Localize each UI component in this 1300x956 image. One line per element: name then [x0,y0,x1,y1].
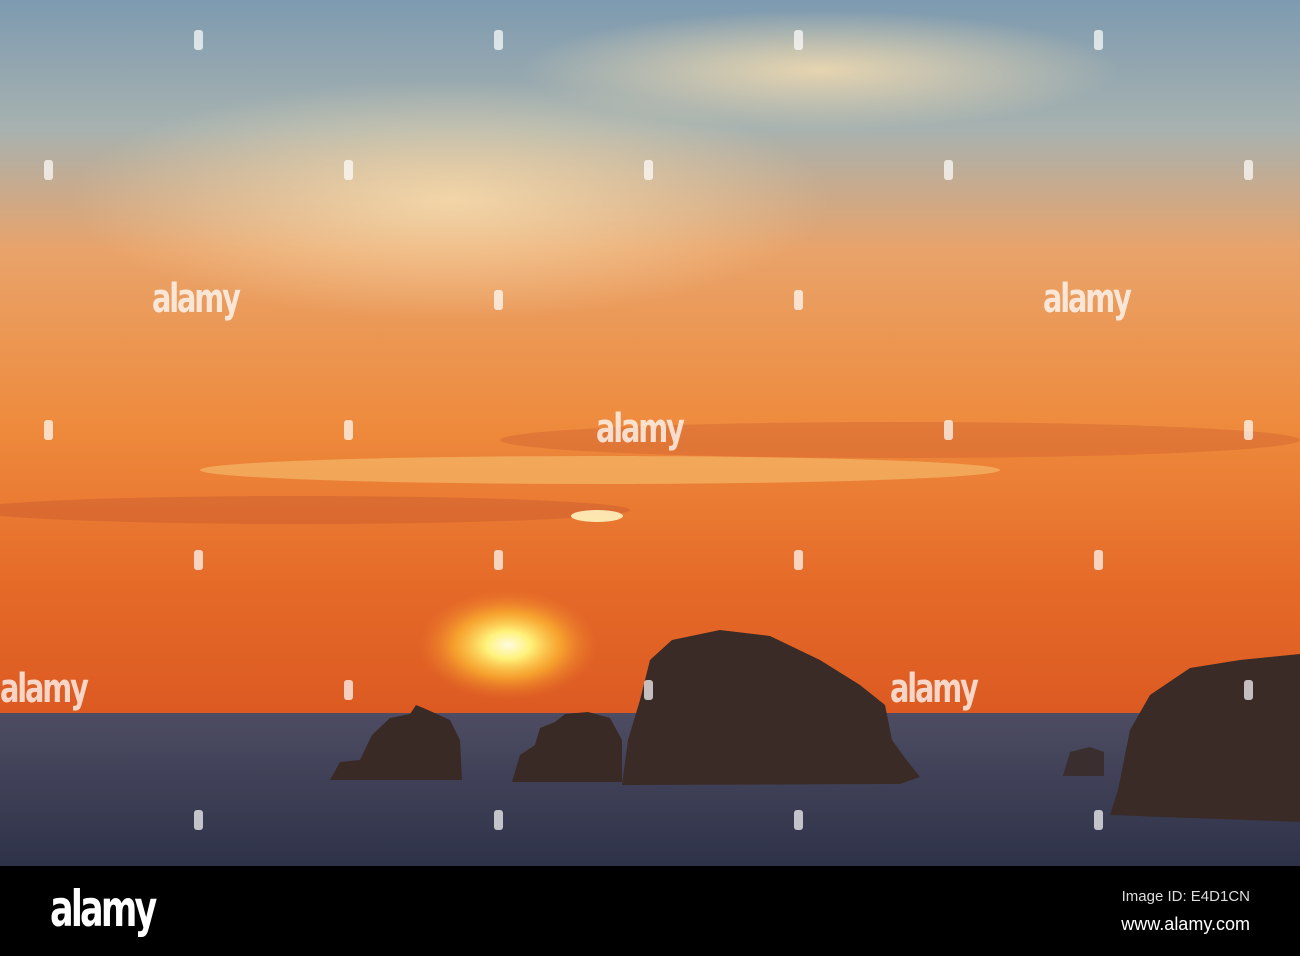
watermark-dot [1094,30,1103,50]
watermark: alamy [1043,276,1132,322]
watermark-dot [194,30,203,50]
watermark: alamy [890,666,979,712]
site-url: www.alamy.com [1121,914,1250,934]
watermark-dot [344,420,353,440]
watermark-dot [1244,680,1253,700]
watermark-dot [344,160,353,180]
watermark-dot [494,30,503,50]
watermark-dot [944,420,953,440]
watermark-dot [794,290,803,310]
alamy-logo: alamy [50,880,157,938]
watermark-dot [1244,420,1253,440]
watermark: alamy [0,666,89,712]
footer-bar: alamy Image ID: E4D1CN www.alamy.com [0,866,1300,956]
sun [418,590,598,700]
cloud-wisp [520,10,1120,130]
watermark-dot [344,680,353,700]
watermark-dot [494,550,503,570]
watermark-dot [644,680,653,700]
watermark-dot [794,550,803,570]
watermark-dot [194,810,203,830]
cloud-streak [200,456,1000,484]
watermark-dot [494,810,503,830]
watermark-dot [1094,550,1103,570]
watermark-dot [1244,160,1253,180]
watermark: alamy [152,276,241,322]
watermark-dot [44,160,53,180]
watermark-dot [794,30,803,50]
watermark-dot [1094,810,1103,830]
cloud-streak [571,510,623,522]
watermark-dot [494,290,503,310]
cloud-streak [0,496,630,524]
watermark-dot [44,420,53,440]
watermark: alamy [596,406,685,452]
image-id: Image ID: E4D1CN [1121,888,1250,905]
watermark-dot [944,160,953,180]
watermark-dot [644,160,653,180]
watermark-dot [194,550,203,570]
watermark-dot [794,810,803,830]
